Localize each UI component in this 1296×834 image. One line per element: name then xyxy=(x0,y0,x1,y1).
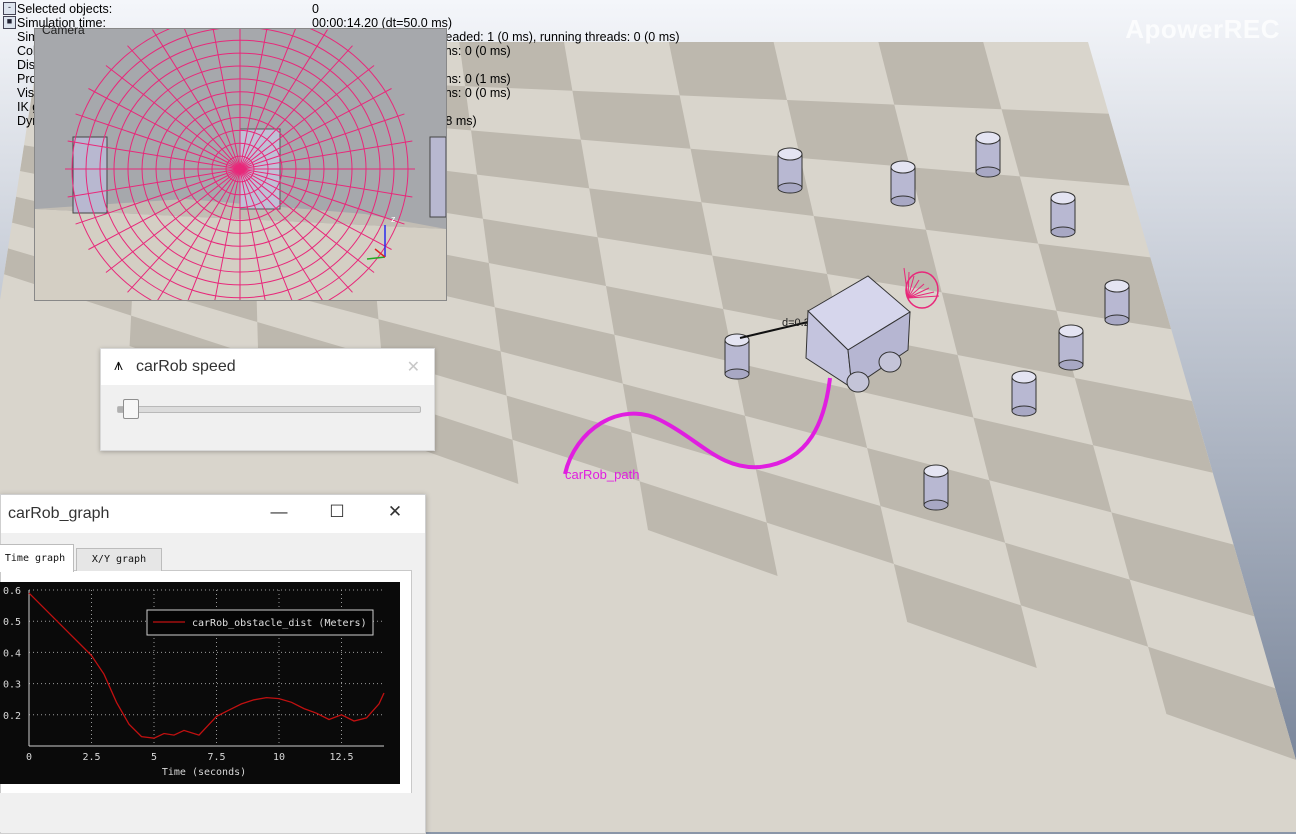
tab-xy-graph[interactable]: X/Y graph xyxy=(76,548,162,571)
x-tick-label: 7.5 xyxy=(207,752,225,763)
speed-slider[interactable] xyxy=(117,399,421,419)
graph-window-titlebar[interactable]: carRob_graph — ☐ ✕ xyxy=(1,495,425,533)
axis-z-label: z xyxy=(391,214,396,224)
recorder-watermark: ApowerREC xyxy=(1125,14,1280,44)
x-tick-label: 10 xyxy=(273,752,285,763)
app-icon: ⩚ xyxy=(114,357,124,374)
x-tick-label: 5 xyxy=(151,752,157,763)
x-tick-label: 12.5 xyxy=(329,752,353,763)
y-tick-label: 0.4 xyxy=(3,648,21,659)
tab-time-graph[interactable]: Time graph xyxy=(0,544,74,572)
info-toggle-button[interactable]: - xyxy=(3,2,16,15)
speed-dialog-title: carRob speed xyxy=(136,358,236,375)
graph-window-footer xyxy=(0,793,424,832)
pillar xyxy=(1104,279,1130,326)
info-toggle-button[interactable]: ■ xyxy=(3,16,16,29)
path-label: carRob_path xyxy=(565,467,639,482)
close-icon[interactable]: ✕ xyxy=(381,502,409,522)
x-axis-label: Time (seconds) xyxy=(162,767,246,778)
camera-view-title: Camera xyxy=(42,23,85,37)
pillar xyxy=(1050,191,1076,238)
minimize-icon[interactable]: — xyxy=(265,502,293,522)
y-tick-label: 0.5 xyxy=(3,617,21,628)
y-tick-label: 0.6 xyxy=(3,586,21,597)
pillar xyxy=(975,131,1001,178)
speed-dialog-titlebar[interactable]: ⩚ carRob speed ✕ xyxy=(101,349,434,385)
x-tick-label: 2.5 xyxy=(82,752,100,763)
pillar xyxy=(777,147,803,194)
info-value: 0 xyxy=(312,2,319,16)
time-graph-plot[interactable]: 0 2.5 5 7.5 10 12.5 0.2 0.3 0.4 0.5 0.6 Time (secon… xyxy=(0,582,400,784)
pillar xyxy=(1011,370,1037,417)
legend: carRob_obstacle_dist (Meters) xyxy=(146,609,374,636)
camera-view[interactable]: z xyxy=(34,28,447,301)
pillar xyxy=(890,160,916,207)
pillar xyxy=(923,464,949,511)
y-tick-label: 0.3 xyxy=(3,680,21,691)
x-tick-label: 0 xyxy=(26,752,32,763)
y-tick-label: 0.2 xyxy=(3,711,21,722)
close-icon[interactable]: ✕ xyxy=(407,357,420,377)
pillar xyxy=(724,333,750,380)
graph-window-title: carRob_graph xyxy=(8,505,110,522)
info-label: Selected objects: xyxy=(17,2,113,16)
pillar xyxy=(1058,324,1084,371)
speed-dialog: ⩚ carRob speed ✕ xyxy=(100,348,435,451)
legend-label: carRob_obstacle_dist (Meters) xyxy=(192,618,367,629)
speed-slider-handle[interactable] xyxy=(123,399,140,419)
maximize-icon[interactable]: ☐ xyxy=(323,502,351,522)
